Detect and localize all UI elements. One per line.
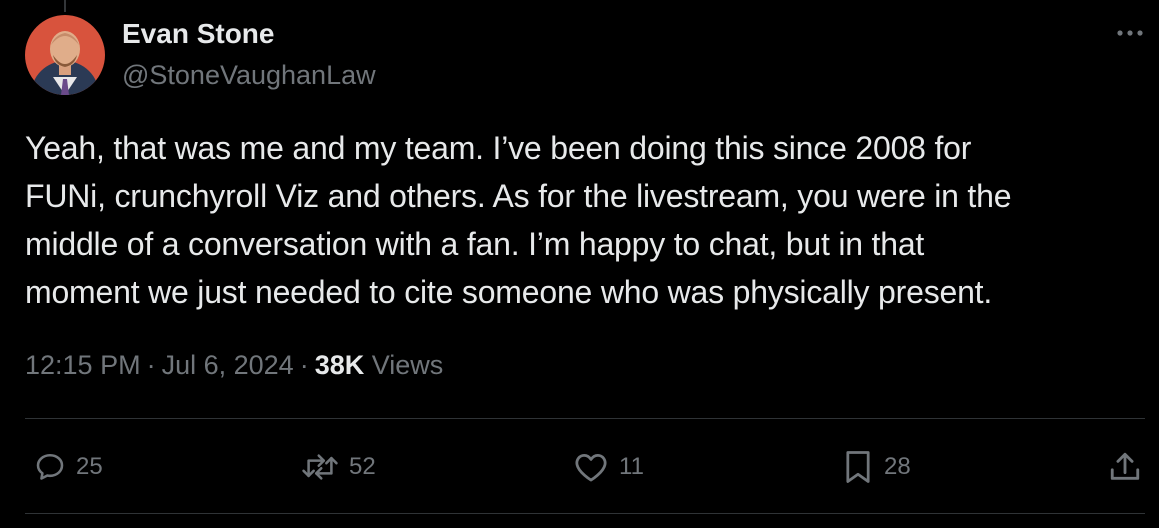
avatar-image [25, 15, 105, 95]
share-upload-icon [1110, 452, 1140, 480]
views-label: Views [371, 350, 444, 380]
divider [25, 418, 1145, 419]
thread-connector-line [64, 0, 66, 12]
more-horizontal-icon[interactable] [1115, 26, 1145, 40]
avatar[interactable] [25, 15, 105, 95]
author-handle[interactable]: @StoneVaughanLaw [122, 60, 376, 91]
reply-count: 25 [76, 453, 103, 480]
repost-button[interactable]: 52 [301, 449, 376, 485]
bookmark-count: 28 [884, 453, 911, 480]
tweet-time[interactable]: 12:15 PM [25, 350, 141, 380]
heart-icon [575, 453, 607, 482]
like-button[interactable]: 11 [573, 449, 644, 485]
bookmark-icon [846, 451, 870, 483]
repost-arrows-icon [302, 454, 338, 480]
meta-separator: · [299, 350, 309, 380]
tweet-text: Yeah, that was me and my team. I’ve been… [25, 130, 1012, 310]
repost-count: 52 [349, 453, 376, 480]
tweet-date[interactable]: Jul 6, 2024 [162, 350, 294, 380]
views-count: 38K [314, 350, 365, 380]
share-button[interactable] [1108, 449, 1142, 485]
like-count: 11 [619, 453, 644, 480]
reply-button[interactable]: 25 [34, 449, 103, 485]
bookmark-button[interactable]: 28 [842, 449, 911, 485]
divider [25, 513, 1145, 514]
author-display-name[interactable]: Evan Stone [122, 18, 274, 50]
meta-separator: · [146, 350, 156, 380]
reply-bubble-icon [36, 454, 64, 480]
tweet-metadata: 12:15 PM · Jul 6, 2024 · 38K Views [25, 350, 443, 381]
